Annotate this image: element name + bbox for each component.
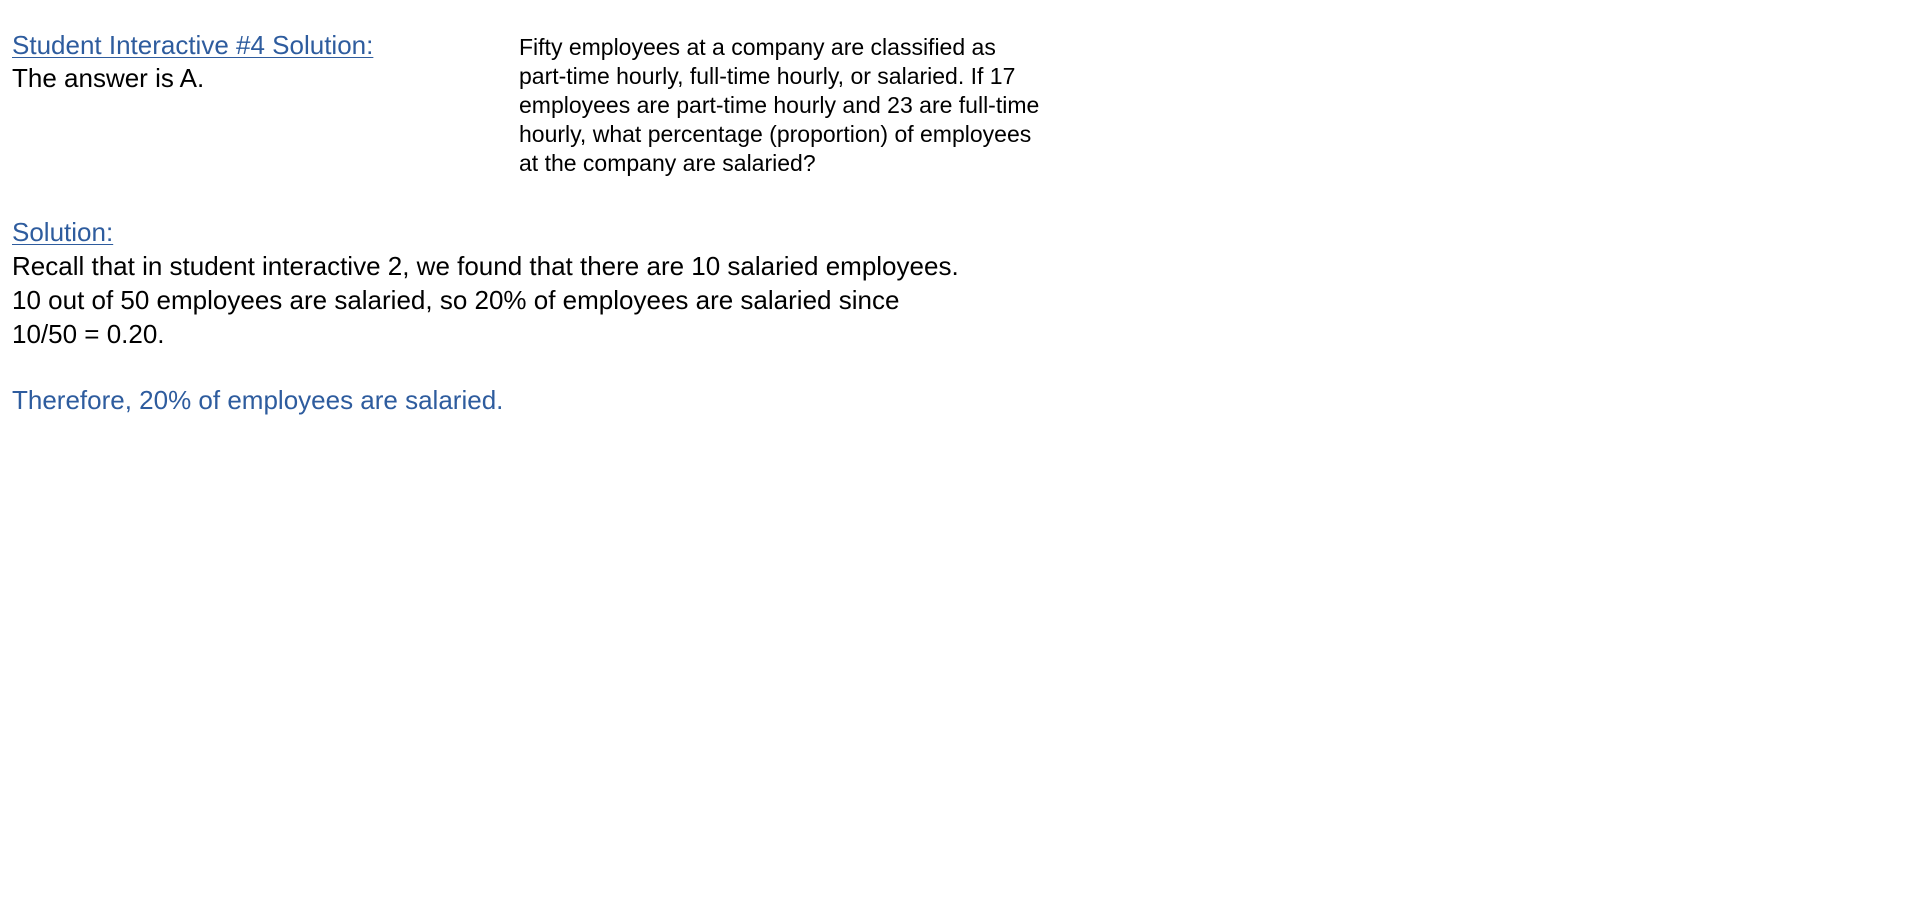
question-text: Fifty employees at a company are classif… xyxy=(519,33,1089,178)
solution-line: 10 out of 50 employees are salaried, so … xyxy=(12,285,900,315)
solution-page: Student Interactive #4 Solution: The ans… xyxy=(0,0,1914,903)
page-title: Student Interactive #4 Solution: xyxy=(12,30,374,60)
solution-heading: Solution: xyxy=(12,217,114,247)
question-line: at the company are salaried? xyxy=(519,150,816,176)
question-line: Fifty employees at a company are classif… xyxy=(519,34,996,60)
question-line: hourly, what percentage (proportion) of … xyxy=(519,121,1032,147)
solution-line: 10/50 = 0.20. xyxy=(12,319,165,349)
solution-line: Recall that in student interactive 2, we… xyxy=(12,251,959,281)
conclusion-text: Therefore, 20% of employees are salaried… xyxy=(12,385,504,415)
solution-body: Recall that in student interactive 2, we… xyxy=(12,249,959,351)
question-line: part-time hourly, full-time hourly, or s… xyxy=(519,63,1016,89)
question-line: employees are part-time hourly and 23 ar… xyxy=(519,92,1040,118)
answer-text: The answer is A. xyxy=(12,63,205,93)
